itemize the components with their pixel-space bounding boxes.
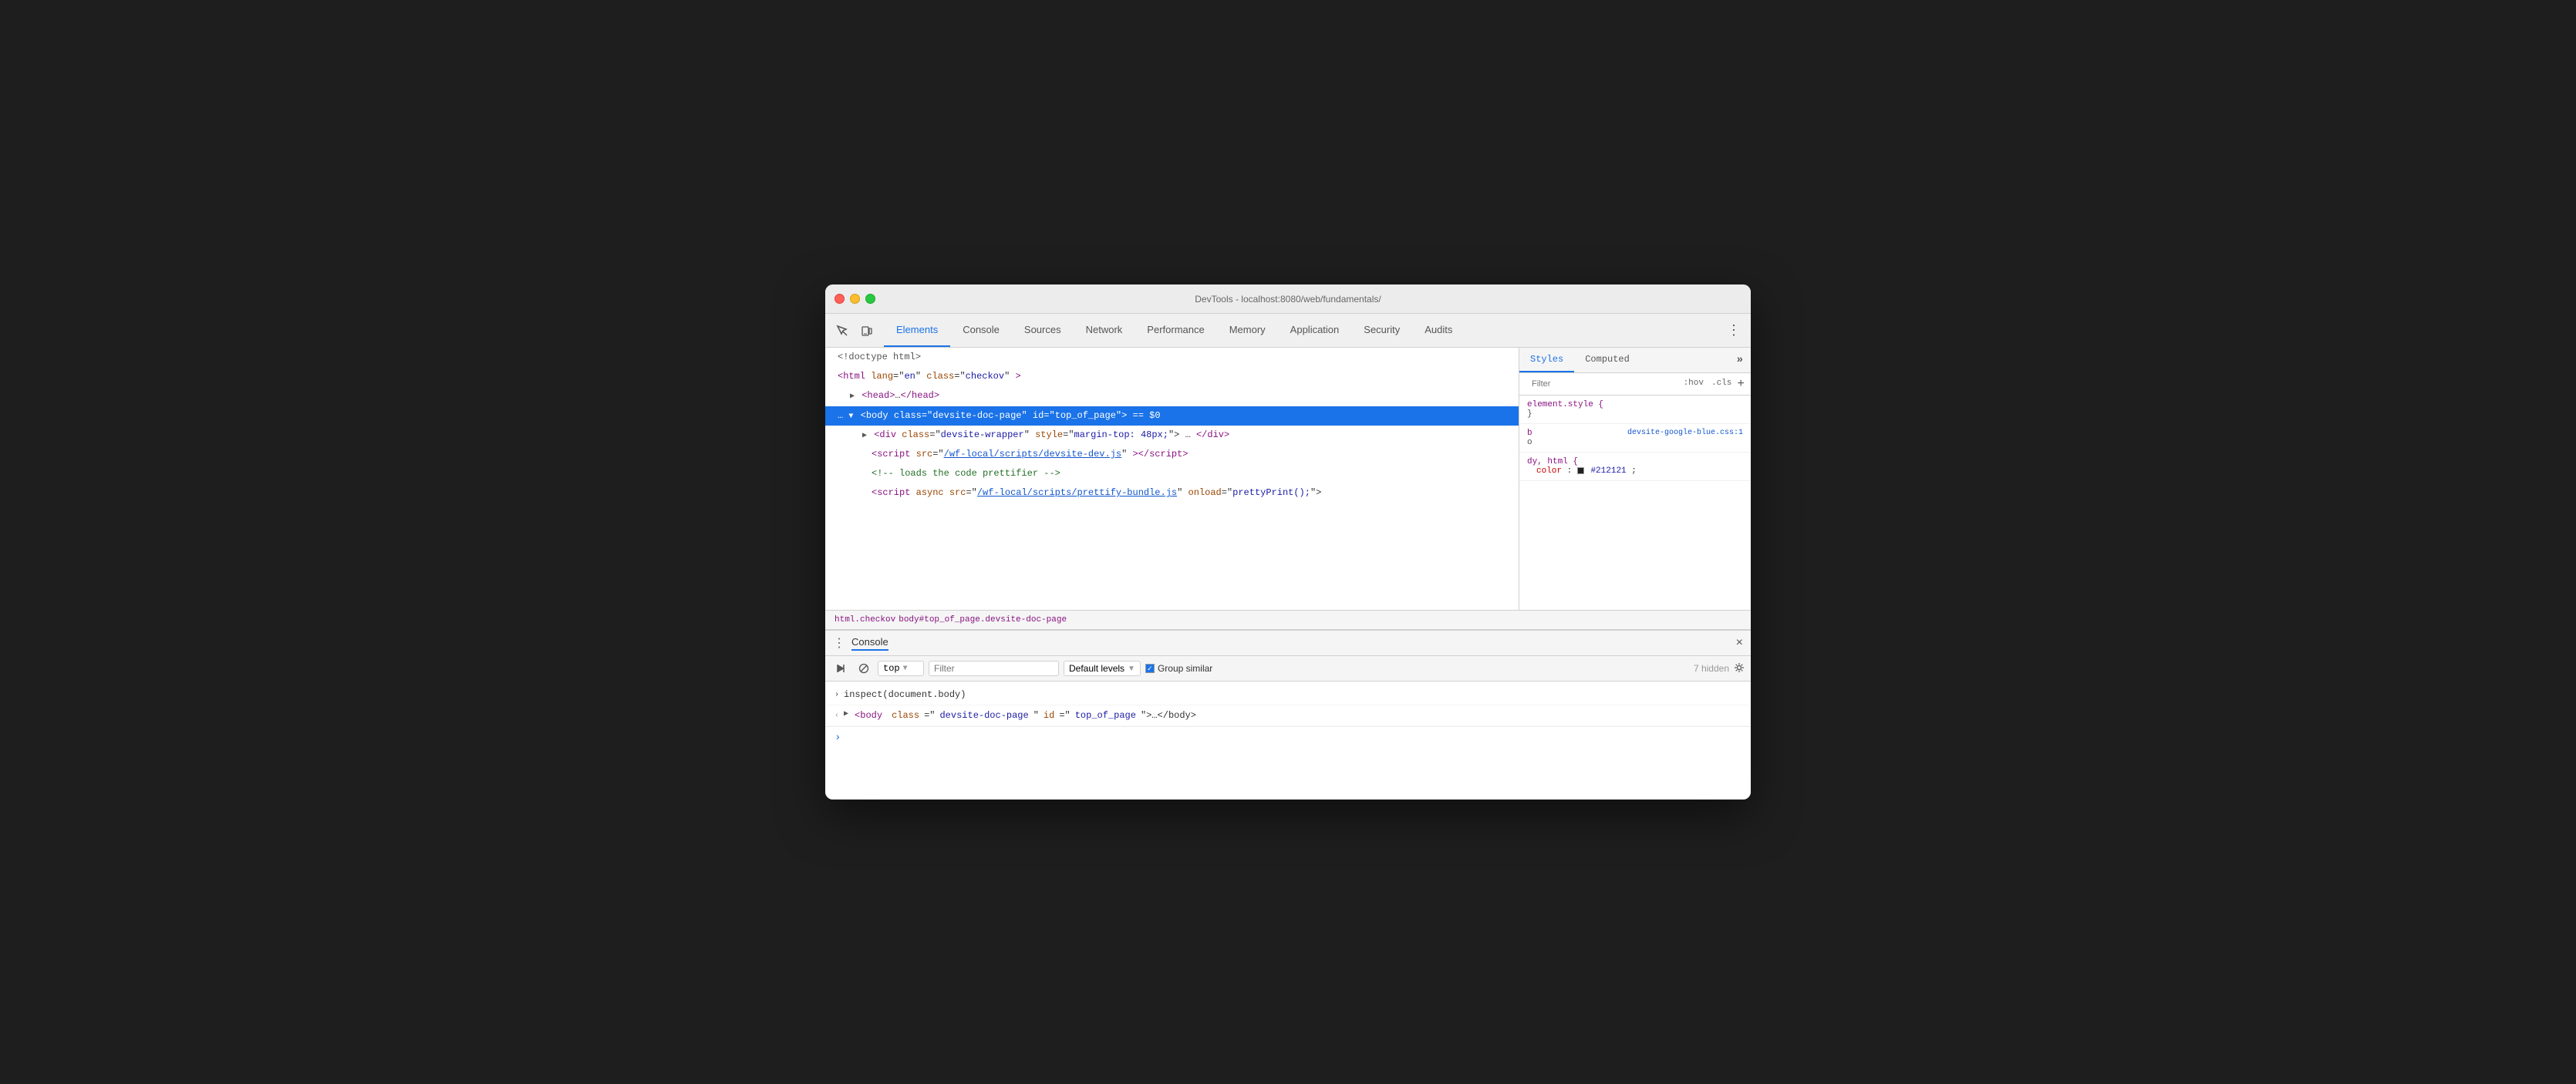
style-rule-b-suffix: o: [1527, 438, 1743, 447]
elements-panel[interactable]: <!doctype html> <html lang="en" class="c…: [825, 348, 1519, 610]
dom-line-script2[interactable]: <script async src="/wf-local/scripts/pre…: [825, 483, 1519, 503]
styles-filter-input[interactable]: [1526, 376, 1675, 392]
dom-line-head[interactable]: ▶ <head>…</head>: [825, 386, 1519, 406]
styles-cls-button[interactable]: .cls: [1709, 378, 1734, 390]
toolbar-right: ⋮: [1723, 320, 1745, 342]
maximize-button[interactable]: [865, 294, 875, 304]
style-rule-selector: element.style {: [1527, 400, 1743, 409]
console-close-button[interactable]: ×: [1736, 636, 1743, 650]
minimize-button[interactable]: [850, 294, 860, 304]
main-panel: <!doctype html> <html lang="en" class="c…: [825, 348, 1751, 610]
styles-filter-row: :hov .cls +: [1519, 373, 1751, 396]
window-title: DevTools - localhost:8080/web/fundamenta…: [1195, 294, 1381, 305]
dom-line-body[interactable]: … ▼ <body class="devsite-doc-page" id="t…: [825, 406, 1519, 426]
styles-hov-button[interactable]: :hov: [1681, 378, 1706, 390]
close-button[interactable]: [835, 294, 845, 304]
device-toolbar-button[interactable]: [856, 320, 878, 342]
console-filter-input[interactable]: [929, 661, 1059, 676]
tab-console[interactable]: Console: [950, 314, 1012, 347]
style-prop-color: color : #212121 ;: [1527, 466, 1743, 476]
style-rule-close: }: [1527, 409, 1743, 419]
console-section: ⋮ Console × top ▼: [825, 630, 1751, 800]
tab-application[interactable]: Application: [1278, 314, 1352, 347]
console-group-similar-toggle[interactable]: Group similar: [1145, 663, 1212, 674]
dom-line-html[interactable]: <html lang="en" class="checkov" >: [825, 367, 1519, 386]
dom-line-script1[interactable]: <script src="/wf-local/scripts/devsite-d…: [825, 445, 1519, 464]
console-settings-button[interactable]: [1734, 662, 1745, 675]
console-line-inspect: › inspect(document.body): [825, 685, 1751, 705]
titlebar: DevTools - localhost:8080/web/fundamenta…: [825, 284, 1751, 314]
inspect-element-button[interactable]: [831, 320, 853, 342]
tab-sources[interactable]: Sources: [1012, 314, 1074, 347]
console-line-output: ‹ ▶ <body class="devsite-doc-page" id="t…: [825, 705, 1751, 726]
main-tabs: Elements Console Sources Network Perform…: [884, 314, 1465, 347]
tab-performance[interactable]: Performance: [1135, 314, 1216, 347]
tab-elements[interactable]: Elements: [884, 314, 950, 347]
breadcrumb-item-html[interactable]: html.checkov: [835, 615, 895, 624]
tab-memory[interactable]: Memory: [1217, 314, 1278, 347]
styles-add-button[interactable]: +: [1737, 378, 1745, 390]
style-rule-b-selector: b devsite-google-blue.css:1: [1527, 429, 1743, 438]
tab-security[interactable]: Security: [1351, 314, 1412, 347]
styles-tabs: Styles Computed »: [1519, 348, 1751, 373]
style-rule-body: dy, html { color : #212121 ;: [1519, 453, 1751, 481]
dom-line-doctype[interactable]: <!doctype html>: [825, 348, 1519, 367]
more-options-button[interactable]: ⋮: [1723, 320, 1745, 342]
tab-network[interactable]: Network: [1074, 314, 1135, 347]
console-block-button[interactable]: [855, 659, 873, 678]
console-context-selector[interactable]: top ▼: [878, 661, 924, 676]
style-rule-body-selector: dy, html {: [1527, 457, 1743, 466]
styles-filter-actions: :hov .cls +: [1681, 378, 1745, 390]
dom-line-comment[interactable]: <!-- loads the code prettifier -->: [825, 464, 1519, 483]
styles-tab-styles[interactable]: Styles: [1519, 348, 1574, 372]
styles-more-button[interactable]: »: [1729, 348, 1751, 372]
styles-tab-computed[interactable]: Computed: [1574, 348, 1640, 372]
devtools-window: DevTools - localhost:8080/web/fundamenta…: [825, 284, 1751, 800]
traffic-lights: [835, 294, 875, 304]
console-menu-button[interactable]: ⋮: [833, 635, 845, 651]
breadcrumb-item-body[interactable]: body#top_of_page.devsite-doc-page: [899, 615, 1067, 624]
console-input-line[interactable]: ›: [825, 726, 1751, 749]
console-input[interactable]: [845, 732, 1741, 743]
console-levels-dropdown[interactable]: Default levels ▼: [1064, 661, 1141, 676]
breadcrumb: html.checkov body#top_of_page.devsite-do…: [825, 610, 1751, 630]
console-content[interactable]: › inspect(document.body) ‹ ▶ <body class…: [825, 682, 1751, 800]
style-rule-b: b devsite-google-blue.css:1 o: [1519, 424, 1751, 453]
devtools-toolbar: Elements Console Sources Network Perform…: [825, 314, 1751, 348]
tab-audits[interactable]: Audits: [1412, 314, 1465, 347]
style-rule-element: element.style { }: [1519, 396, 1751, 424]
console-tab-title[interactable]: Console: [851, 636, 888, 651]
console-header: ⋮ Console ×: [825, 631, 1751, 656]
styles-panel: Styles Computed » :hov .cls + element: [1519, 348, 1751, 610]
color-swatch[interactable]: [1577, 467, 1584, 474]
group-similar-checkbox[interactable]: [1145, 664, 1155, 673]
console-execute-button[interactable]: [831, 659, 850, 678]
console-cursor: ›: [835, 732, 841, 744]
console-hidden-count: 7 hidden: [1694, 663, 1729, 674]
dom-line-div[interactable]: ▶ <div class="devsite-wrapper" style="ma…: [825, 426, 1519, 445]
console-toolbar: top ▼ Default levels ▼ Group similar 7 h…: [825, 656, 1751, 682]
toolbar-icons: [831, 320, 878, 342]
